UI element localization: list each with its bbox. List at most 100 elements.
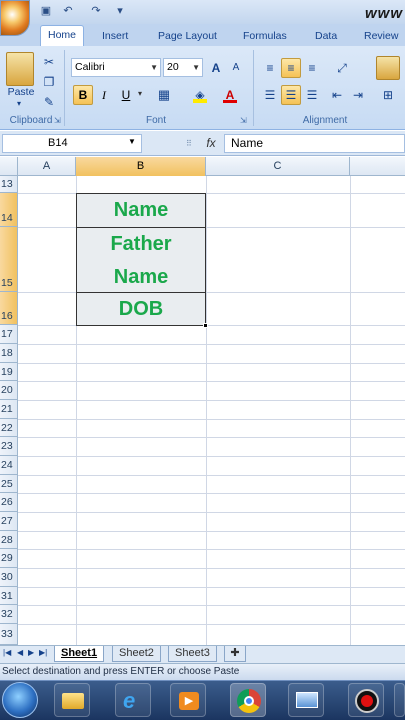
media-player-icon[interactable]: ▶: [170, 683, 206, 717]
first-sheet-icon[interactable]: |◀: [3, 648, 11, 657]
borders-icon[interactable]: ▦: [151, 85, 177, 105]
save-icon[interactable]: ▣: [38, 4, 54, 18]
row-header-13[interactable]: 13: [0, 176, 18, 193]
bold-button[interactable]: B: [73, 85, 93, 105]
chevron-down-icon: ▼: [150, 63, 158, 72]
last-sheet-icon[interactable]: ▶|: [39, 648, 47, 657]
column-header-a[interactable]: A: [18, 157, 76, 176]
network-icon[interactable]: [288, 683, 324, 717]
gridline: [18, 344, 405, 345]
sheet-tab-sheet2[interactable]: Sheet2: [112, 646, 161, 662]
prev-sheet-icon[interactable]: ◀: [17, 648, 23, 657]
middle-align-icon[interactable]: ≡: [281, 58, 301, 78]
align-right-icon[interactable]: ☰: [302, 85, 322, 105]
top-align-icon[interactable]: ≡: [260, 58, 280, 78]
font-size-combo[interactable]: 20 ▼: [163, 58, 203, 77]
align-center-icon[interactable]: ☰: [281, 85, 301, 105]
grow-font-button[interactable]: A: [207, 58, 225, 78]
worksheet-grid[interactable]: 13 14 15 16 17 18 19 20 21 22 23 24 25 2…: [0, 176, 405, 645]
row-header-17[interactable]: 17: [0, 325, 18, 344]
cell-b14[interactable]: Name: [76, 193, 206, 228]
tab-insert[interactable]: Insert: [95, 27, 135, 46]
gridline: [18, 475, 405, 476]
row-header-20[interactable]: 20: [0, 381, 18, 400]
tab-page-layout[interactable]: Page Layout: [151, 27, 224, 46]
column-header-b[interactable]: B: [76, 157, 206, 176]
chevron-down-icon[interactable]: ▼: [128, 137, 136, 146]
underline-button[interactable]: U: [116, 85, 136, 105]
align-left-icon[interactable]: ☰: [260, 85, 280, 105]
taskbar-overflow-icon[interactable]: [394, 683, 405, 717]
cell-b15[interactable]: Father Name: [76, 227, 206, 293]
gridline: [18, 381, 405, 382]
tab-home[interactable]: Home: [40, 25, 85, 47]
paste-icon[interactable]: [6, 52, 34, 86]
row-header-27[interactable]: 27: [0, 512, 18, 531]
fill-handle[interactable]: [203, 323, 208, 328]
tab-data[interactable]: Data: [308, 27, 344, 46]
name-box[interactable]: B14: [2, 134, 142, 153]
tab-formulas[interactable]: Formulas: [236, 27, 294, 46]
office-button[interactable]: [0, 0, 30, 36]
row-header-30[interactable]: 30: [0, 568, 18, 587]
gridline: [18, 456, 405, 457]
underline-dropdown-icon[interactable]: ▾: [138, 89, 142, 98]
cut-icon[interactable]: ✂: [40, 52, 58, 72]
bottom-align-icon[interactable]: ≡: [302, 58, 322, 78]
row-header-18[interactable]: 18: [0, 344, 18, 363]
row-header-15[interactable]: 15: [0, 227, 18, 292]
customize-qat-icon[interactable]: ▾: [112, 4, 128, 18]
formula-bar-resize-icon[interactable]: ⠿: [186, 139, 192, 148]
cell-b16[interactable]: DOB: [76, 292, 206, 326]
row-header-25[interactable]: 25: [0, 475, 18, 493]
row-header-22[interactable]: 22: [0, 419, 18, 437]
font-size-value: 20: [167, 61, 179, 73]
insert-function-button[interactable]: fx: [200, 134, 222, 153]
row-header-21[interactable]: 21: [0, 400, 18, 419]
gridline: [18, 437, 405, 438]
chrome-icon[interactable]: [230, 683, 266, 717]
record-icon[interactable]: [348, 683, 384, 717]
sheet-tab-sheet1[interactable]: Sheet1: [54, 646, 105, 662]
start-orb-icon[interactable]: [2, 682, 38, 718]
row-header-26[interactable]: 26: [0, 493, 18, 512]
formula-input[interactable]: Name: [224, 134, 405, 153]
sheet-tab-sheet3[interactable]: Sheet3: [168, 646, 217, 662]
paste-dropdown-icon[interactable]: ▾: [17, 99, 21, 108]
paste-button-label[interactable]: Paste: [4, 86, 38, 98]
row-header-16[interactable]: 16: [0, 292, 18, 325]
merge-center-icon[interactable]: ⊞: [376, 85, 400, 105]
row-header-14[interactable]: 14: [0, 193, 18, 227]
shrink-font-button[interactable]: A: [228, 58, 244, 78]
file-explorer-icon[interactable]: [54, 683, 90, 717]
font-launcher-icon[interactable]: ⇲: [240, 116, 247, 125]
tab-review[interactable]: Review: [357, 27, 405, 46]
increase-indent-icon[interactable]: ⇥: [348, 85, 368, 105]
clipboard-launcher-icon[interactable]: ⇲: [54, 116, 61, 125]
orientation-icon[interactable]: ⤢: [329, 58, 355, 78]
next-sheet-icon[interactable]: ▶: [28, 648, 34, 657]
fill-color-icon[interactable]: ◈: [188, 85, 212, 105]
row-header-19[interactable]: 19: [0, 363, 18, 381]
row-header-32[interactable]: 32: [0, 605, 18, 624]
column-header-c[interactable]: C: [206, 157, 350, 176]
format-painter-icon[interactable]: ✎: [40, 92, 58, 112]
row-header-31[interactable]: 31: [0, 587, 18, 605]
font-color-button[interactable]: A: [218, 85, 242, 105]
font-name-combo[interactable]: Calibri ▼: [71, 58, 161, 77]
row-header-24[interactable]: 24: [0, 456, 18, 475]
undo-icon[interactable]: ↶: [60, 4, 76, 18]
internet-explorer-icon[interactable]: e: [115, 683, 151, 717]
row-header-28[interactable]: 28: [0, 531, 18, 549]
fill-color-swatch: [193, 99, 207, 103]
wrap-text-icon[interactable]: [376, 56, 400, 80]
row-header-29[interactable]: 29: [0, 549, 18, 568]
insert-sheet-icon[interactable]: ✚: [224, 646, 246, 662]
decrease-indent-icon[interactable]: ⇤: [327, 85, 347, 105]
redo-icon[interactable]: ↷: [88, 4, 104, 18]
italic-button[interactable]: I: [95, 85, 113, 105]
select-all-corner[interactable]: [0, 157, 18, 176]
copy-icon[interactable]: ❐: [40, 72, 58, 92]
row-header-23[interactable]: 23: [0, 437, 18, 456]
row-header-33[interactable]: 33: [0, 624, 18, 645]
